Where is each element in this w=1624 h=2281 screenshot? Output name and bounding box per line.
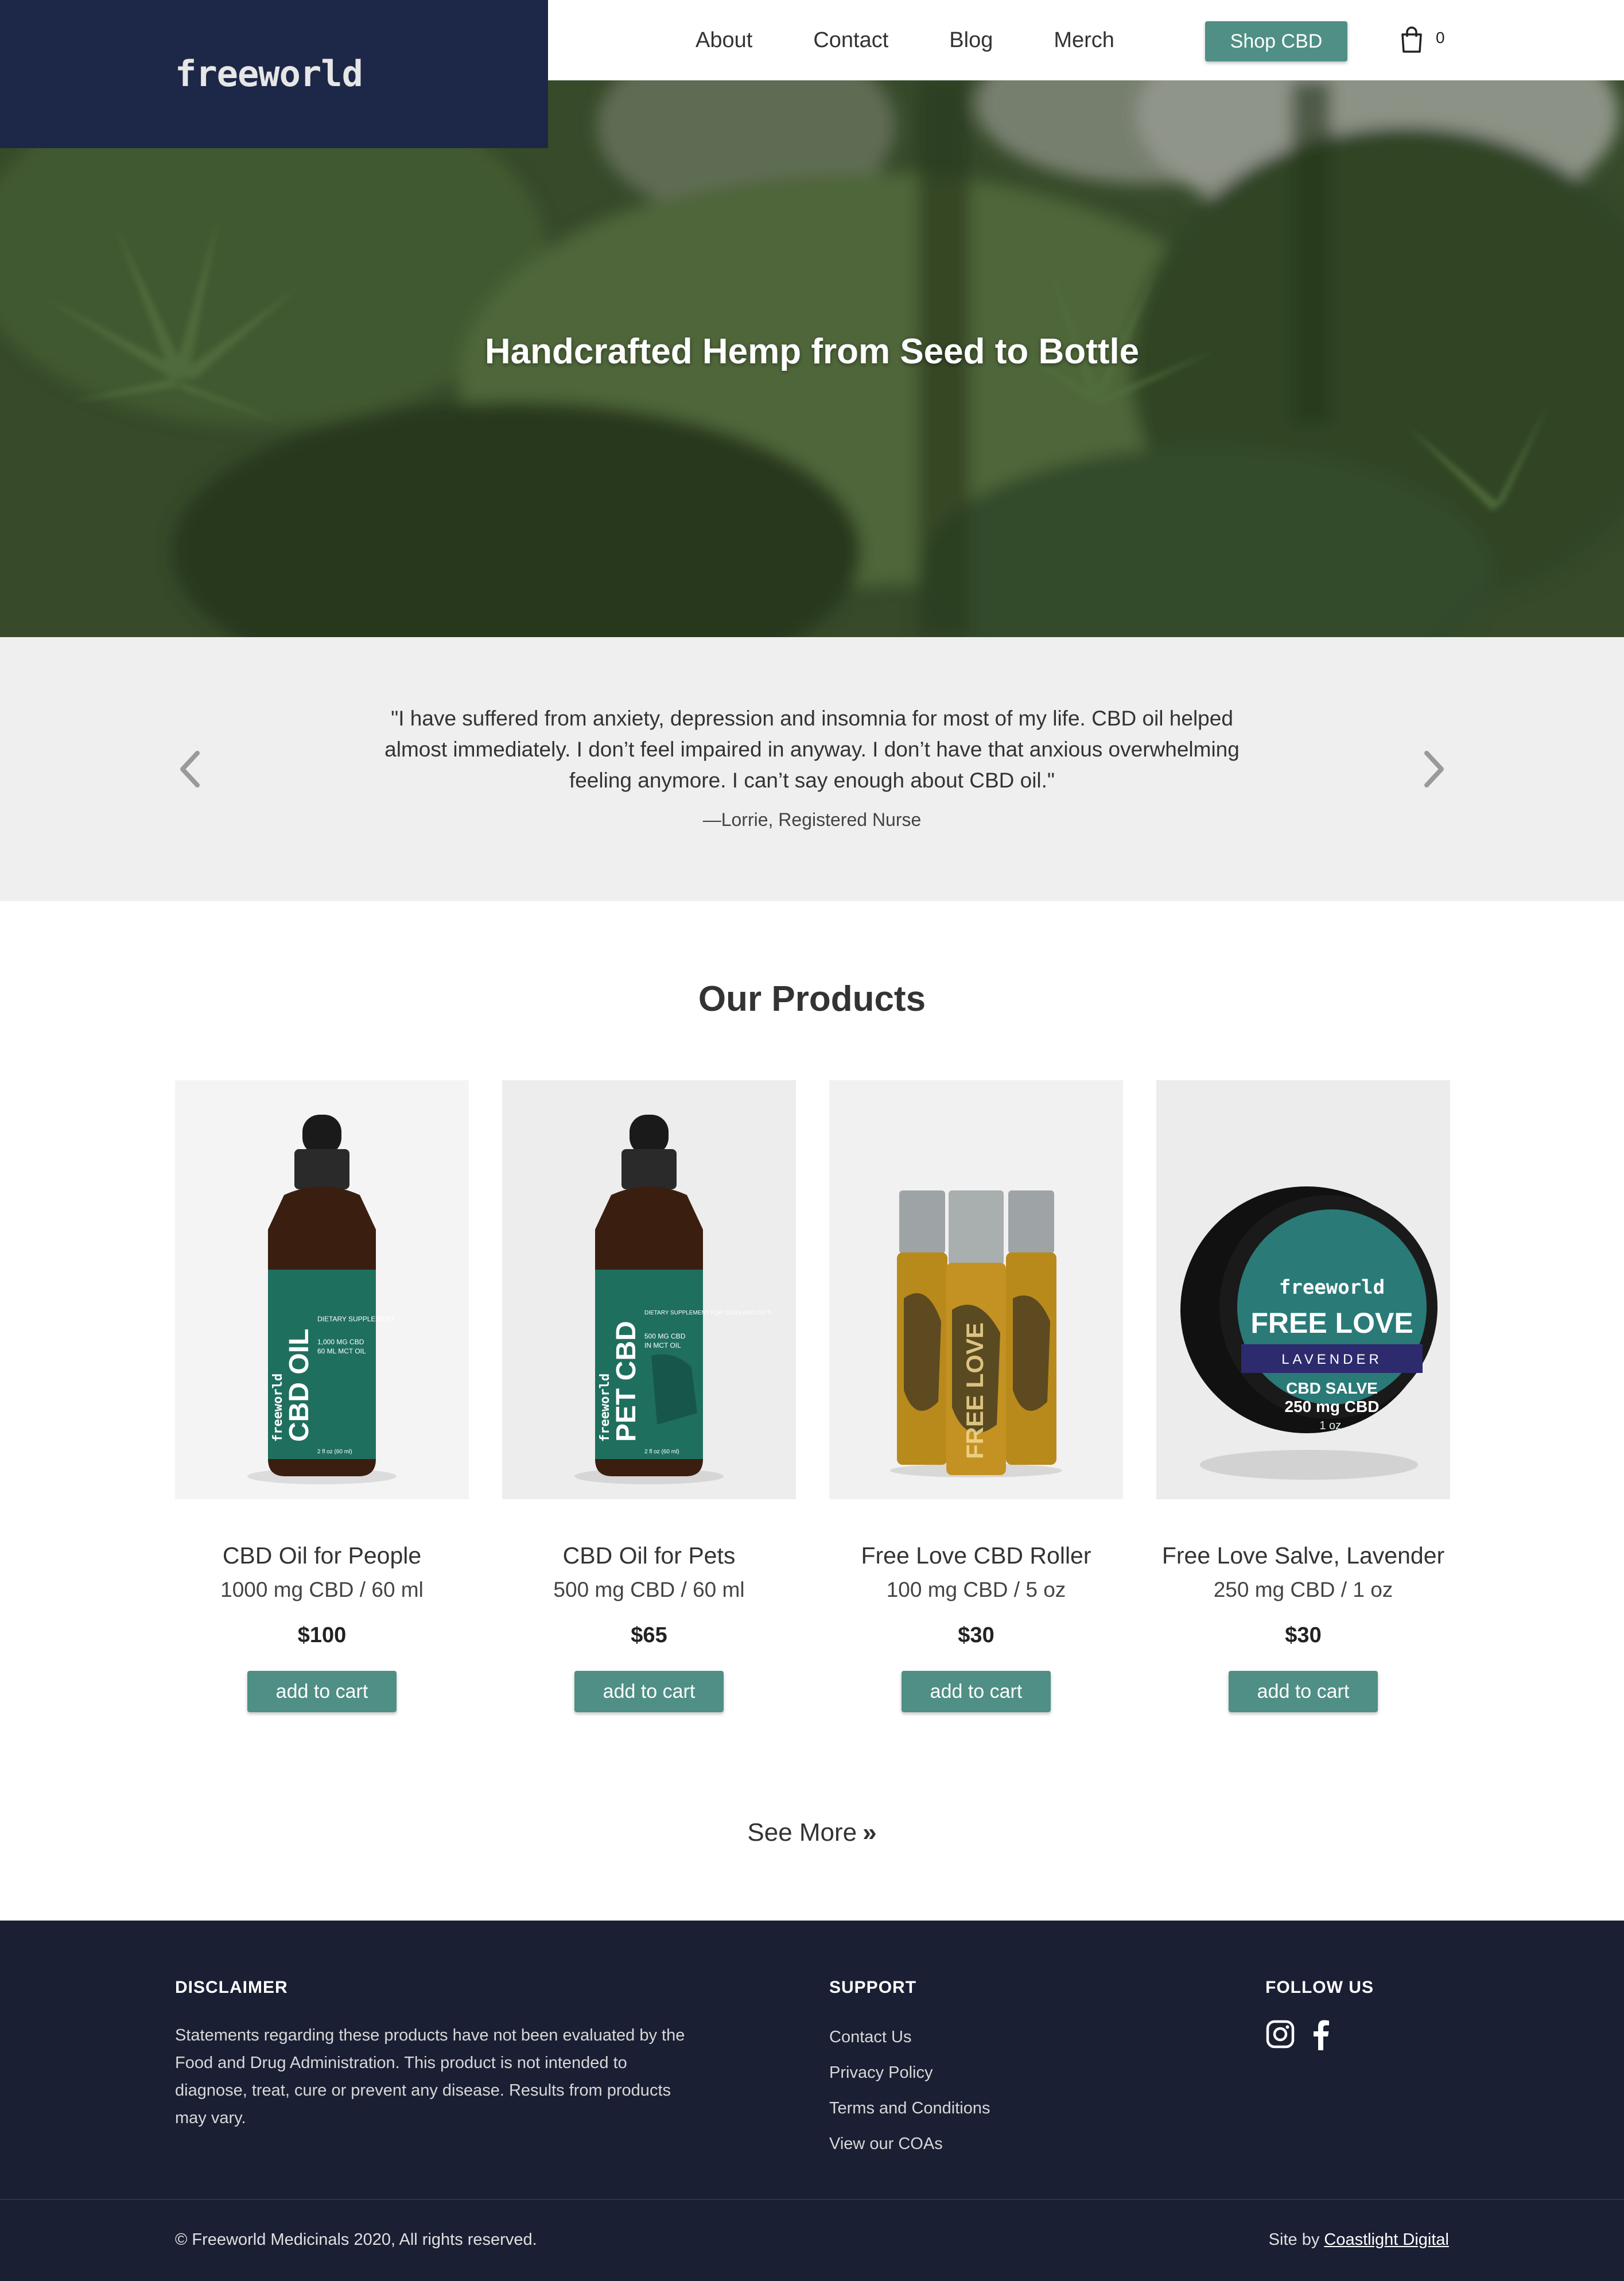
product-name[interactable]: CBD Oil for Pets: [502, 1539, 796, 1572]
product-price: $30: [1285, 1623, 1322, 1647]
add-to-cart-button[interactable]: add to cart: [247, 1671, 397, 1712]
product-description: 250 mg CBD / 1 oz: [1213, 1578, 1393, 1601]
testimonial-slider: "I have suffered from anxiety, depressio…: [0, 637, 1624, 901]
disclaimer-heading: DISCLAIMER: [175, 1978, 288, 1997]
chevron-right-icon: [1424, 751, 1444, 788]
roller-label-title: FREE LOVE: [961, 1322, 988, 1459]
bottle-label-brand: freeworld: [271, 1374, 285, 1442]
salve-label-scent: LAVENDER: [1281, 1352, 1382, 1367]
double-chevron-right-icon: »: [862, 1818, 877, 1846]
footer-terms-link[interactable]: Terms and Conditions: [829, 2090, 990, 2126]
bottle-label-brand: freeworld: [598, 1374, 612, 1442]
shopping-bag-icon: [1401, 26, 1422, 53]
nav-about-link[interactable]: About: [696, 25, 752, 55]
product-price: $65: [631, 1623, 667, 1647]
product-name[interactable]: Free Love CBD Roller: [829, 1539, 1123, 1572]
footer-coas-link[interactable]: View our COAs: [829, 2126, 990, 2162]
support-heading: SUPPORT: [829, 1978, 917, 1997]
nav-merch-link[interactable]: Merch: [1054, 25, 1114, 55]
logo-block: freeworld: [0, 0, 548, 148]
bottle-label-line: 2 fl oz (60 ml): [644, 1449, 679, 1455]
product-card: freeworld PET CBD DIETARY SUPPLEMENT FOR…: [502, 1080, 796, 1712]
product-name[interactable]: CBD Oil for People: [175, 1539, 469, 1572]
bottle-label-line: 60 ML MCT OIL: [317, 1347, 366, 1355]
footer-privacy-policy-link[interactable]: Privacy Policy: [829, 2055, 990, 2090]
next-testimonial-button[interactable]: [1417, 746, 1452, 792]
site-credit: Site by Coastlight Digital: [1269, 2230, 1449, 2249]
footer-contact-us-link[interactable]: Contact Us: [829, 2019, 990, 2055]
nav-blog-link[interactable]: Blog: [949, 25, 993, 55]
product-description: 100 mg CBD / 5 oz: [886, 1578, 1066, 1601]
product-card: FREE LOVE Free Love CBD Roller 100 mg CB…: [829, 1080, 1123, 1712]
testimonial-author: —Lorrie, Registered Nurse: [702, 809, 922, 830]
bottle-label-line: IN MCT OIL: [644, 1341, 681, 1349]
cart-count: 0: [1436, 29, 1445, 46]
coastlight-digital-link[interactable]: Coastlight Digital: [1324, 2230, 1449, 2249]
facebook-icon[interactable]: [1311, 2019, 1330, 2050]
bottle-label-title: PET CBD: [611, 1321, 642, 1442]
product-image-free-love-salve[interactable]: freeworld FREE LOVE LAVENDER CBD SALVE 2…: [1156, 1080, 1450, 1499]
follow-us-heading: FOLLOW US: [1265, 1978, 1374, 1997]
salve-label-line: 250 mg CBD: [1285, 1398, 1380, 1415]
bottle-label-line: 2 fl oz (60 ml): [317, 1449, 352, 1455]
bottle-label-line: DIETARY SUPPLEMENT: [317, 1315, 395, 1323]
bottle-label-title: CBD OIL: [284, 1329, 314, 1442]
product-description: 1000 mg CBD / 60 ml: [220, 1578, 424, 1601]
site-credit-prefix: Site by: [1268, 2230, 1324, 2249]
testimonial-quote: "I have suffered from anxiety, depressio…: [384, 707, 1240, 792]
salve-label-line: CBD SALVE: [1286, 1379, 1378, 1397]
shop-cbd-button[interactable]: Shop CBD: [1205, 21, 1347, 61]
social-links: [1265, 2019, 1330, 2050]
product-price: $100: [297, 1623, 347, 1647]
nav-contact-link[interactable]: Contact: [813, 25, 888, 55]
hero-banner: Handcrafted Hemp from Seed to Bottle: [0, 80, 1624, 637]
salve-label-brand: freeworld: [1279, 1276, 1385, 1299]
freeworld-logo[interactable]: freeworld: [175, 53, 363, 95]
salve-label-title: FREE LOVE: [1250, 1307, 1413, 1339]
product-image-free-love-roller[interactable]: FREE LOVE: [829, 1080, 1123, 1499]
product-description: 500 mg CBD / 60 ml: [553, 1578, 745, 1601]
copyright-text: © Freeworld Medicinals 2020, All rights …: [175, 2230, 537, 2249]
support-links: Contact Us Privacy Policy Terms and Cond…: [829, 2019, 990, 2162]
bottle-label-line: 500 MG CBD: [644, 1332, 686, 1340]
products-section-title: Our Products: [698, 979, 926, 1019]
product-price: $30: [958, 1623, 994, 1647]
product-card: freeworld CBD OIL DIETARY SUPPLEMENT 1,0…: [175, 1080, 469, 1712]
site-footer: DISCLAIMER Statements regarding these pr…: [0, 1921, 1624, 2281]
bottle-label-line: 1,000 MG CBD: [317, 1338, 364, 1346]
hero-title: Handcrafted Hemp from Seed to Bottle: [484, 332, 1140, 371]
previous-testimonial-button[interactable]: [172, 746, 207, 792]
product-name[interactable]: Free Love Salve, Lavender: [1156, 1539, 1450, 1572]
disclaimer-text: Statements regarding these products have…: [175, 2026, 685, 2127]
salve-label-line: 1 oz.: [1319, 1419, 1344, 1432]
product-image-cbd-oil-pets[interactable]: freeworld PET CBD DIETARY SUPPLEMENT FOR…: [502, 1080, 796, 1499]
main-nav: About Contact Blog Merch: [696, 25, 1175, 55]
see-more-label: See More: [747, 1818, 857, 1846]
product-image-cbd-oil-people[interactable]: freeworld CBD OIL DIETARY SUPPLEMENT 1,0…: [175, 1080, 469, 1499]
add-to-cart-button[interactable]: add to cart: [1229, 1671, 1378, 1712]
see-more-link[interactable]: See More»: [0, 1818, 1624, 1847]
instagram-icon[interactable]: [1265, 2019, 1295, 2049]
product-card: freeworld FREE LOVE LAVENDER CBD SALVE 2…: [1156, 1080, 1450, 1712]
add-to-cart-button[interactable]: add to cart: [574, 1671, 724, 1712]
chevron-left-icon: [180, 751, 200, 788]
footer-divider: [0, 2199, 1624, 2200]
add-to-cart-button[interactable]: add to cart: [902, 1671, 1051, 1712]
bottle-label-line: DIETARY SUPPLEMENT FOR DOGS AND CATS: [644, 1310, 771, 1316]
cart-button[interactable]: 0: [1400, 24, 1446, 59]
